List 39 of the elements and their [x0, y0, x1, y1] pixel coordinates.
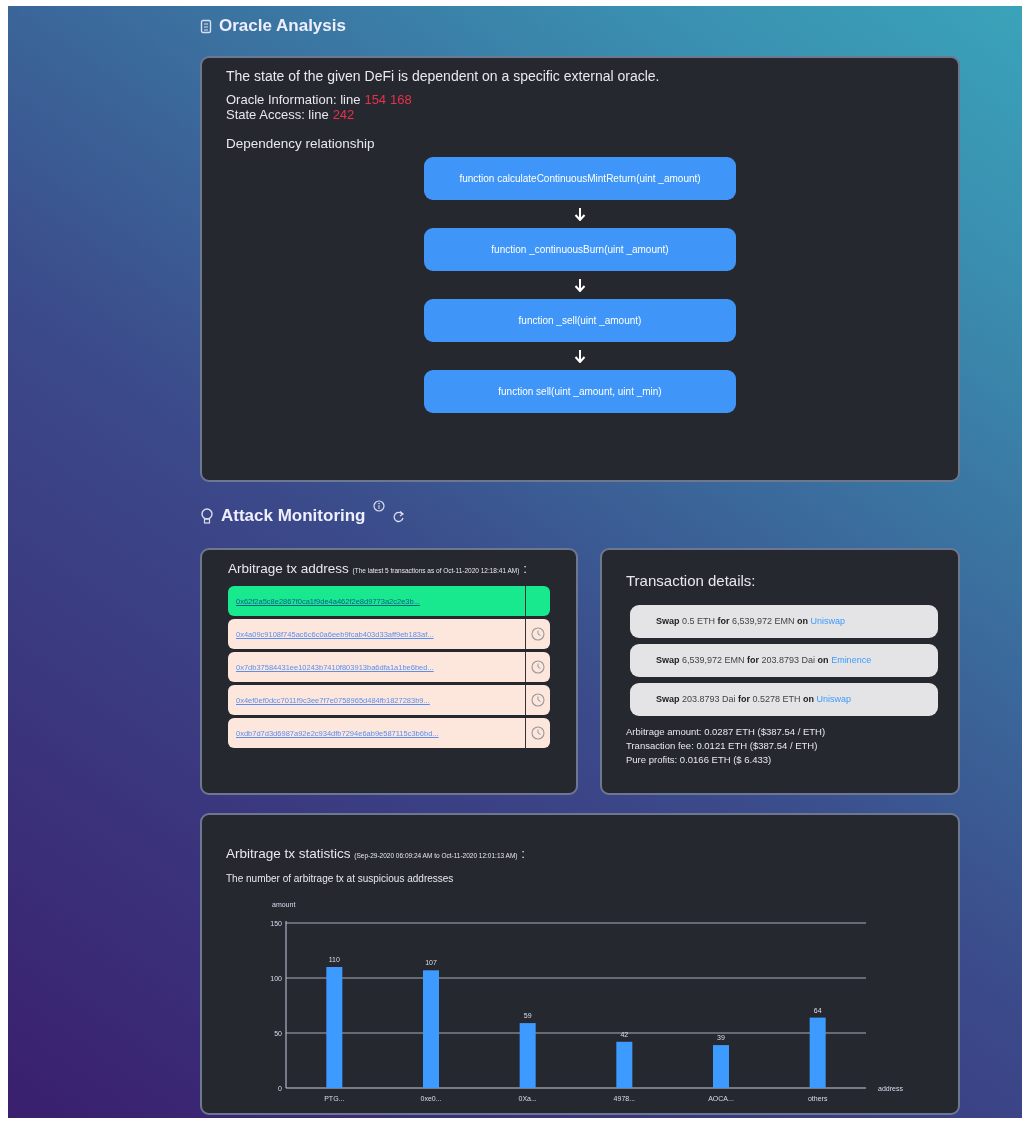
bar: [809, 1017, 826, 1088]
line-number: 168: [390, 92, 412, 107]
state-access-label: State Access: line: [226, 107, 329, 122]
exchange-link[interactable]: Uniswap: [810, 616, 846, 626]
down-arrow-icon: [574, 349, 586, 363]
line-number: 154: [364, 92, 387, 107]
function-node: function _sell(uint _amount): [424, 299, 736, 342]
clock-icon: [531, 660, 545, 674]
clock-icon: [531, 627, 545, 641]
chart-subtitle: The number of arbitrage tx at suspicious addresses: [226, 873, 455, 884]
oracle-info-label: Oracle Information: line: [226, 92, 361, 107]
description-text: The state of the given DeFi is dependent on a specific external oracle.: [226, 68, 661, 84]
clock-icon: [531, 726, 545, 740]
section-title: Attack Monitoring: [221, 506, 366, 526]
summary-text: Arbitrage amount: 0.0287 ETH ($387.54 / ETH): [626, 726, 827, 737]
refresh-icon: [391, 509, 405, 523]
exchange-link[interactable]: Uniswap: [816, 694, 852, 704]
function-node: function sell(uint _amount, uint _min): [424, 370, 736, 413]
card-title: Transaction details:: [626, 572, 757, 589]
section-title: Oracle Analysis: [219, 16, 346, 36]
swap-step: Swap 203.8793 Dai for 0.5278 ETH on Uniswap: [630, 683, 938, 716]
bar: [519, 1023, 536, 1088]
bar: [713, 1045, 729, 1088]
summary-text: Pure profits: 0.0166 ETH ($ 6.433): [626, 754, 773, 765]
document-icon: [200, 18, 212, 34]
clock-icon: [531, 693, 545, 707]
bar: [616, 1041, 633, 1088]
summary-text: Transaction fee: 0.0121 ETH ($387.54 / ETH): [626, 740, 819, 751]
function-node: function _continuousBurn(uint _amount): [424, 228, 736, 271]
lightbulb-icon: [200, 508, 214, 524]
line-number: 242: [332, 107, 355, 122]
subheading: Dependency relationship: [226, 136, 376, 151]
swap-step: Swap 6,539,972 EMN for 203.8793 Dai on Eminence: [630, 644, 938, 677]
info-icon: [372, 500, 385, 512]
exchange-link[interactable]: Eminence: [831, 655, 872, 665]
function-node: function calculateContinuousMintReturn(uint _amount): [424, 157, 736, 200]
swap-step: Swap 0.5 ETH for 6,539,972 EMN on Uniswap: [630, 605, 938, 638]
down-arrow-icon: [574, 278, 586, 292]
down-arrow-icon: [574, 207, 586, 221]
